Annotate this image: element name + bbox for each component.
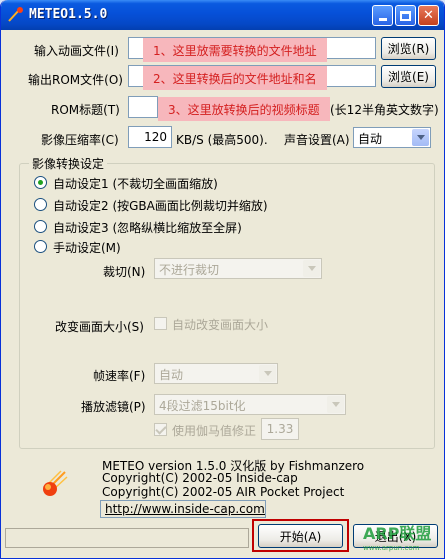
- rom-title-hint: (长12半角英文数字): [330, 103, 439, 117]
- audio-selected-value: 自动: [358, 132, 383, 146]
- framerate-selected-value: 自动: [159, 368, 184, 382]
- status-bar: [5, 528, 249, 548]
- resize-auto-label: 自动改变画面大小: [172, 318, 269, 332]
- start-button[interactable]: 开始(A): [258, 524, 343, 548]
- input-file-annotation: 1、这里放需要转换的文件地址: [143, 38, 327, 62]
- close-icon: ✕: [423, 8, 434, 23]
- window-title: METEO1.5.0: [29, 7, 108, 22]
- audio-label: 声音设置(A): [284, 133, 350, 147]
- radio-manual[interactable]: [34, 240, 47, 253]
- chevron-down-icon[interactable]: [259, 365, 276, 382]
- radio-auto-3[interactable]: [34, 220, 47, 233]
- chevron-down-icon[interactable]: [303, 260, 320, 277]
- compression-input[interactable]: 120: [128, 126, 172, 148]
- watermark-logo: ARP联盟 www.arpun.com: [363, 520, 431, 552]
- radio-auto-2[interactable]: [34, 198, 47, 211]
- gamma-label: 使用伽马值修正: [172, 424, 257, 438]
- close-button[interactable]: ✕: [418, 5, 439, 26]
- watermark-brand: ARP联盟: [363, 524, 432, 543]
- gamma-value-field[interactable]: 1.33: [261, 418, 299, 440]
- homepage-url[interactable]: http://www.inside-cap.com/: [105, 502, 265, 516]
- crop-select[interactable]: 不进行裁切: [154, 258, 322, 279]
- input-file-label: 输入动画文件(I): [34, 44, 119, 58]
- compression-unit: KB/S (最高500).: [176, 133, 268, 147]
- maximize-button[interactable]: [395, 5, 416, 26]
- minimize-button[interactable]: [372, 5, 393, 26]
- rom-title-label: ROM标题(T): [51, 103, 120, 117]
- app-window: METEO1.5.0 ✕ 输入动画文件(I) 1、这里放需要转换的文件地址 浏览…: [0, 0, 445, 559]
- radio-auto-2-label[interactable]: 自动设定2 (按GBA画面比例裁切并缩放): [53, 197, 268, 214]
- homepage-link[interactable]: http://www.inside-cap.com/: [100, 500, 266, 518]
- crop-label: 裁切(N): [103, 265, 146, 279]
- radio-auto-3-label[interactable]: 自动设定3 (忽略纵横比缩放至全屏): [53, 219, 242, 236]
- crop-selected-value: 不进行裁切: [159, 263, 220, 277]
- audio-select[interactable]: 自动: [353, 127, 431, 148]
- about-copyright-1: Copyright(C) 2002-05 Inside-cap: [102, 471, 298, 485]
- filter-label: 播放滤镜(P): [81, 400, 146, 414]
- minimize-icon: [378, 18, 387, 21]
- meteor-app-icon: [8, 7, 23, 22]
- maximize-icon: [400, 10, 411, 21]
- radio-auto-1[interactable]: [34, 176, 47, 189]
- chevron-down-icon[interactable]: [412, 129, 429, 146]
- filter-select[interactable]: 4段过滤15bit化: [154, 394, 346, 415]
- meteor-logo-icon: [43, 470, 68, 496]
- watermark-url: www.arpun.com: [363, 544, 420, 552]
- framerate-label: 帧速率(F): [93, 369, 146, 383]
- about-copyright-2: Copyright(C) 2002-05 AIR Pocket Project: [102, 485, 345, 499]
- radio-auto-1-label[interactable]: 自动设定1 (不裁切全画面缩放): [53, 175, 218, 192]
- resize-label: 改变画面大小(S): [55, 320, 144, 334]
- gamma-checkbox[interactable]: [154, 423, 167, 436]
- settings-group-title: 影像转换设定: [29, 155, 108, 172]
- chevron-down-icon[interactable]: [327, 396, 344, 413]
- compression-label: 影像压缩率(C): [41, 133, 119, 147]
- framerate-select[interactable]: 自动: [154, 363, 278, 384]
- title-bar[interactable]: METEO1.5.0 ✕: [1, 0, 444, 30]
- resize-auto-checkbox[interactable]: [154, 317, 167, 330]
- filter-selected-value: 4段过滤15bit化: [159, 399, 246, 413]
- output-file-annotation: 2、这里转换后的文件地址和名: [143, 66, 327, 90]
- radio-manual-label[interactable]: 手动设定(M): [53, 239, 121, 256]
- input-browse-button[interactable]: 浏览(R): [381, 37, 436, 60]
- output-browse-button[interactable]: 浏览(E): [381, 65, 436, 88]
- output-file-label: 输出ROM文件(O): [28, 73, 123, 87]
- rom-title-annotation: 3、这里放转换后的视频标题: [158, 97, 330, 121]
- rom-title-field[interactable]: [128, 96, 158, 118]
